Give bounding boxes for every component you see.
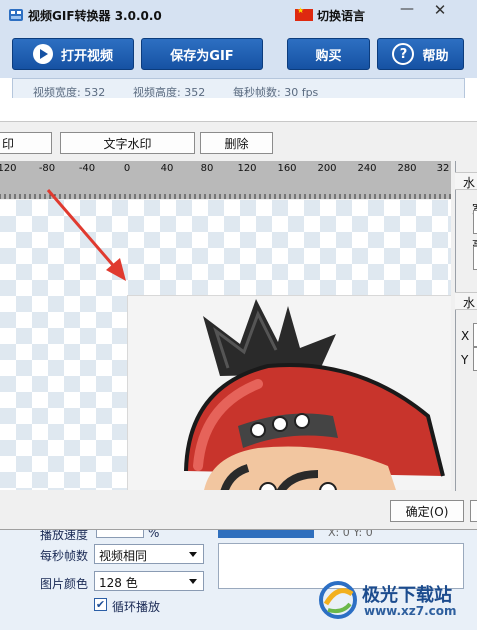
width-input[interactable] [473, 210, 477, 234]
position-section-title: 水 [463, 296, 476, 310]
x-label: X [461, 329, 470, 343]
site-logo-icon [319, 581, 357, 619]
ok-button[interactable]: 确定(O) [390, 500, 464, 522]
height-input[interactable] [473, 246, 477, 270]
y-label: Y [461, 353, 469, 367]
app-window: 视频GIF转换器 3.0.0.0 切换语言 — ✕ 打开视频 保存为GIF 购买… [0, 0, 477, 630]
y-input[interactable] [473, 347, 477, 371]
properties-section-title: 水 [463, 176, 476, 190]
site-url: www.xz7.com [364, 604, 457, 618]
red-arrow-annotation [46, 189, 126, 281]
site-watermark: 极光下载站 www.xz7.com [318, 580, 477, 624]
ok-label: 确定(O) [405, 504, 449, 519]
x-input[interactable] [473, 323, 477, 347]
cancel-button[interactable] [470, 500, 477, 522]
